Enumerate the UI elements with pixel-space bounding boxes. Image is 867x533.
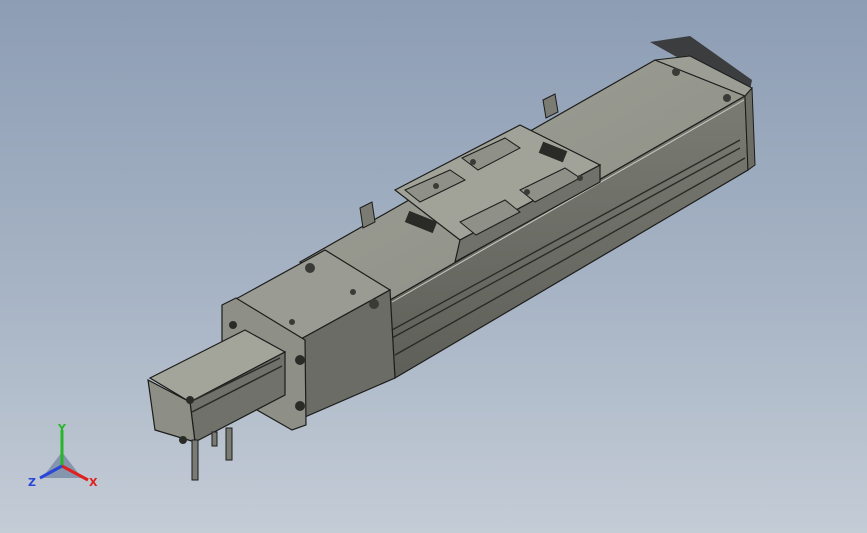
- housing-screw: [350, 289, 356, 295]
- x-axis-label: X: [89, 476, 98, 489]
- cad-viewport[interactable]: Y X Z: [0, 0, 867, 533]
- housing-hole: [369, 299, 379, 309]
- flange-hole: [295, 355, 305, 365]
- end-cap-hole: [672, 68, 680, 76]
- cable-leg: [225, 427, 233, 461]
- carriage-screw: [470, 159, 476, 165]
- flange-hole: [229, 321, 237, 329]
- sensor-tab: [542, 93, 559, 119]
- cable-leg: [191, 439, 199, 481]
- carriage-screw: [577, 175, 583, 181]
- housing-screw: [289, 319, 295, 325]
- carriage-screw: [524, 189, 530, 195]
- orientation-triad[interactable]: Y X Z: [28, 422, 98, 489]
- carriage-screw: [433, 183, 439, 189]
- end-cap-hole: [723, 94, 731, 102]
- motor-end-hole: [186, 396, 194, 404]
- flange-hole: [295, 401, 305, 411]
- cable-leg: [211, 431, 218, 447]
- motor-end-hole: [179, 436, 187, 444]
- linear-actuator-model[interactable]: Y X Z: [0, 0, 867, 533]
- y-axis-label: Y: [57, 422, 67, 435]
- z-axis-label: Z: [28, 476, 36, 489]
- housing-hole: [305, 263, 315, 273]
